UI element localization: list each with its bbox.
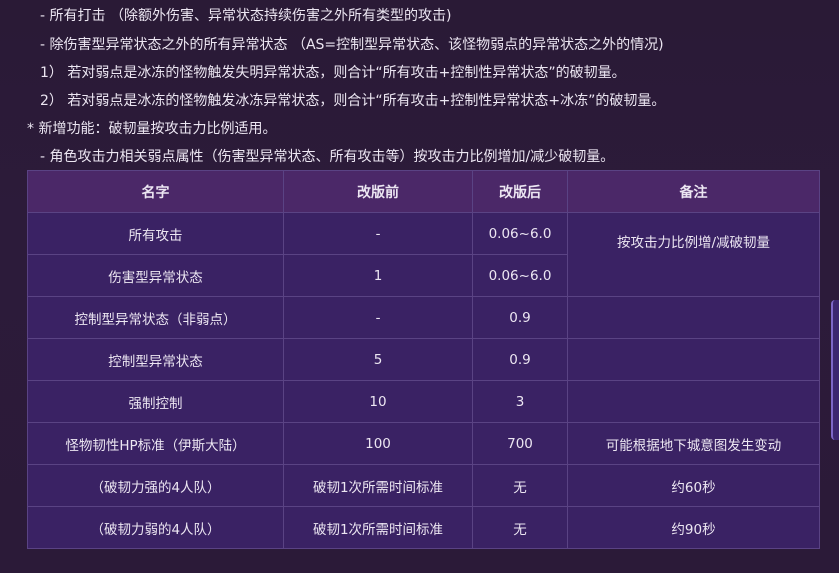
- cell-before: 5: [283, 338, 473, 381]
- cell-before: 1: [283, 254, 473, 297]
- cell-after: 无: [472, 464, 568, 507]
- cell-note: [567, 338, 820, 381]
- cell-after: 700: [472, 422, 568, 465]
- toughness-table-container: 名字 改版前 改版后 备注 所有攻击 - 0.06~6.0 按攻击力比例增/减破…: [27, 170, 820, 549]
- note-line-status-effects: - 除伤害型异常状态之外的所有异常状态 （AS=控制型异常状态、该怪物弱点的异常…: [40, 37, 664, 53]
- cell-before: -: [283, 212, 473, 255]
- cell-name: 控制型异常状态（非弱点）: [27, 296, 284, 339]
- table-row: 强制控制 10 3: [27, 380, 820, 423]
- table-header-row: 名字 改版前 改版后 备注: [27, 170, 820, 213]
- header-after: 改版后: [472, 170, 568, 213]
- cell-after: 无: [472, 506, 568, 549]
- cell-before: 破韧1次所需时间标准: [283, 506, 473, 549]
- table-row: 所有攻击 - 0.06~6.0 按攻击力比例增/减破韧量: [27, 212, 820, 297]
- cell-name: （破韧力强的4人队）: [27, 464, 284, 507]
- cell-name: 强制控制: [27, 380, 284, 423]
- table-row: （破韧力弱的4人队） 破韧1次所需时间标准 无 约90秒: [27, 506, 820, 549]
- cell-note: 约60秒: [567, 464, 820, 507]
- cell-note: 按攻击力比例增/减破韧量: [567, 212, 820, 297]
- cell-after: 0.9: [472, 296, 568, 339]
- cell-name: 控制型异常状态: [27, 338, 284, 381]
- note-line-new-feature: * 新增功能：破韧量按攻击力比例适用。: [27, 121, 277, 137]
- header-before: 改版前: [283, 170, 473, 213]
- cell-note: 可能根据地下城意图发生变动: [567, 422, 820, 465]
- table-row: 控制型异常状态（非弱点） - 0.9: [27, 296, 820, 339]
- side-panel-handle[interactable]: [831, 300, 839, 440]
- note-line-case-1: 1） 若对弱点是冰冻的怪物触发失明异常状态，则合计“所有攻击+控制性异常状态”的…: [40, 65, 626, 81]
- note-line-attack-scaling: - 角色攻击力相关弱点属性（伤害型异常状态、所有攻击等）按攻击力比例增加/减少破…: [40, 149, 615, 165]
- cell-before: 10: [283, 380, 473, 423]
- cell-note: [567, 380, 820, 423]
- cell-name: （破韧力弱的4人队）: [27, 506, 284, 549]
- table-row: 怪物韧性HP标准（伊斯大陆） 100 700 可能根据地下城意图发生变动: [27, 422, 820, 465]
- cell-after: 3: [472, 380, 568, 423]
- table-row: （破韧力强的4人队） 破韧1次所需时间标准 无 约60秒: [27, 464, 820, 507]
- cell-note: 约90秒: [567, 506, 820, 549]
- cell-before: 破韧1次所需时间标准: [283, 464, 473, 507]
- table-row: 控制型异常状态 5 0.9: [27, 338, 820, 381]
- cell-name: 伤害型异常状态: [27, 254, 284, 297]
- header-note: 备注: [567, 170, 820, 213]
- cell-note: [567, 296, 820, 339]
- cell-before: -: [283, 296, 473, 339]
- note-line-all-attacks: - 所有打击 （除额外伤害、异常状态持续伤害之外所有类型的攻击): [40, 8, 452, 24]
- cell-after: 0.06~6.0: [472, 254, 568, 297]
- cell-before: 100: [283, 422, 473, 465]
- toughness-table: 名字 改版前 改版后 备注 所有攻击 - 0.06~6.0 按攻击力比例增/减破…: [27, 170, 820, 549]
- cell-after: 0.9: [472, 338, 568, 381]
- cell-after: 0.06~6.0: [472, 212, 568, 255]
- note-line-case-2: 2） 若对弱点是冰冻的怪物触发冰冻异常状态，则合计“所有攻击+控制性异常状态+冰…: [40, 93, 666, 109]
- cell-name: 怪物韧性HP标准（伊斯大陆）: [27, 422, 284, 465]
- header-name: 名字: [27, 170, 284, 213]
- cell-name: 所有攻击: [27, 212, 284, 255]
